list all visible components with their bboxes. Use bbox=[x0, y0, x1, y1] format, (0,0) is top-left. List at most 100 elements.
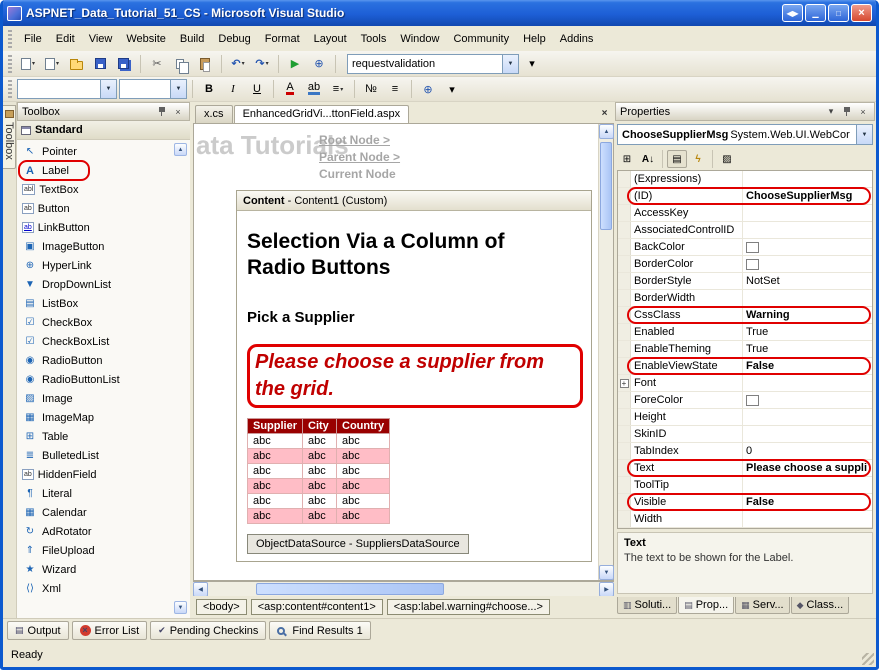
property-value[interactable] bbox=[743, 205, 872, 221]
toolbox-item-table[interactable]: ⊞Table bbox=[17, 427, 190, 446]
dropdown-arrow-icon[interactable]: ▼ bbox=[100, 80, 116, 98]
toolbar-grip[interactable] bbox=[8, 30, 12, 48]
property-row-text[interactable]: TextPlease choose a suppli bbox=[618, 460, 872, 477]
align-left-button[interactable]: ≡▾ bbox=[327, 79, 349, 99]
side-tab-toolbox[interactable]: Toolbox bbox=[3, 105, 16, 169]
undo-button[interactable]: ↶▾ bbox=[227, 54, 249, 74]
tag-path-item[interactable]: <asp:content#content1> bbox=[251, 599, 383, 615]
property-value[interactable]: Please choose a suppli bbox=[743, 460, 872, 476]
menu-item-edit[interactable]: Edit bbox=[49, 30, 82, 48]
property-row-skinid[interactable]: SkinID bbox=[618, 426, 872, 443]
toolbox-scroll-up[interactable]: ▲ bbox=[174, 143, 187, 156]
menu-item-file[interactable]: File bbox=[17, 30, 49, 48]
pin-button[interactable] bbox=[155, 105, 169, 118]
menu-item-debug[interactable]: Debug bbox=[211, 30, 257, 48]
toolbar-overflow-button[interactable]: ▾ bbox=[521, 54, 543, 74]
property-row-tooltip[interactable]: ToolTip bbox=[618, 477, 872, 494]
property-row-width[interactable]: Width bbox=[618, 511, 872, 528]
cut-button[interactable]: ✂ bbox=[146, 54, 168, 74]
objectdatasource-control[interactable]: ObjectDataSource - SuppliersDataSource bbox=[247, 534, 469, 554]
property-value[interactable] bbox=[743, 477, 872, 493]
bottom-panel-findresults1[interactable]: Find Results 1 bbox=[269, 621, 370, 640]
underline-button[interactable]: U bbox=[246, 79, 268, 99]
redo-button[interactable]: ↷▾ bbox=[251, 54, 273, 74]
highlight-button[interactable]: ab bbox=[303, 79, 325, 99]
menu-item-addins[interactable]: Addins bbox=[553, 30, 601, 48]
dropdown-arrow-icon[interactable]: ▼ bbox=[502, 55, 518, 73]
toolbox-item-literal[interactable]: ¶Literal bbox=[17, 484, 190, 503]
scroll-down-button[interactable]: ▼ bbox=[599, 565, 614, 580]
insert-hyperlink-button[interactable]: ⊕ bbox=[417, 79, 439, 99]
toolbox-item-label[interactable]: ALabel bbox=[17, 161, 190, 180]
property-value[interactable]: True bbox=[743, 341, 872, 357]
alphabetical-button[interactable]: A↓ bbox=[638, 150, 658, 168]
toolbox-item-listbox[interactable]: ▤ListBox bbox=[17, 294, 190, 313]
property-row-enableviewstate[interactable]: EnableViewStateFalse bbox=[618, 358, 872, 375]
view-in-browser-button[interactable]: ⊕ bbox=[308, 54, 330, 74]
title-bar[interactable]: ASPNET_Data_Tutorial_51_CS - Microsoft V… bbox=[3, 0, 876, 26]
property-value[interactable] bbox=[743, 375, 872, 391]
bottom-panel-pendingcheckins[interactable]: ✔Pending Checkins bbox=[150, 621, 266, 640]
menu-item-view[interactable]: View bbox=[82, 30, 120, 48]
property-value[interactable] bbox=[743, 426, 872, 442]
toolbox-scroll-down[interactable]: ▼ bbox=[174, 601, 187, 614]
toolbar-combobox[interactable]: requestvalidation ▼ bbox=[347, 54, 519, 74]
toolbox-section-standard[interactable]: Standard bbox=[17, 121, 190, 140]
property-value[interactable] bbox=[743, 222, 872, 238]
bullet-list-button[interactable]: ≡ bbox=[384, 79, 406, 99]
menu-item-help[interactable]: Help bbox=[516, 30, 553, 48]
start-debug-button[interactable]: ▶ bbox=[284, 54, 306, 74]
property-pages-button[interactable]: ▨ bbox=[717, 150, 737, 168]
property-row-visible[interactable]: VisibleFalse bbox=[618, 494, 872, 511]
property-row-id[interactable]: (ID)ChooseSupplierMsg bbox=[618, 188, 872, 205]
bottom-panel-output[interactable]: ▤Output bbox=[7, 621, 69, 640]
toolbox-item-fileupload[interactable]: ⇑FileUpload bbox=[17, 541, 190, 560]
toolbox-item-hyperlink[interactable]: ⊕HyperLink bbox=[17, 256, 190, 275]
editor-tab[interactable]: x.cs bbox=[195, 105, 233, 123]
scroll-left-button[interactable]: ◀ bbox=[193, 582, 208, 597]
property-value[interactable]: 0 bbox=[743, 443, 872, 459]
property-value[interactable]: False bbox=[743, 358, 872, 374]
toolbox-item-calendar[interactable]: ▦Calendar bbox=[17, 503, 190, 522]
breadcrumb-item[interactable]: Root Node > bbox=[319, 132, 400, 149]
scroll-right-button[interactable]: ▶ bbox=[599, 582, 614, 597]
copy-button[interactable] bbox=[170, 54, 192, 74]
format-combobox[interactable]: ▼ bbox=[119, 79, 187, 99]
property-row-tabindex[interactable]: TabIndex0 bbox=[618, 443, 872, 460]
properties-view-button[interactable]: ▤ bbox=[667, 150, 687, 168]
maximize-button[interactable]: □ bbox=[828, 4, 849, 22]
property-row-enabletheming[interactable]: EnableThemingTrue bbox=[618, 341, 872, 358]
toolbar-grip[interactable] bbox=[8, 80, 12, 98]
window-switch-button[interactable]: ◀▶ bbox=[782, 4, 803, 22]
property-value[interactable] bbox=[743, 409, 872, 425]
save-all-button[interactable] bbox=[113, 54, 135, 74]
events-button[interactable]: ϟ bbox=[688, 150, 708, 168]
save-button[interactable] bbox=[89, 54, 111, 74]
design-content[interactable]: ata Tutorials Root Node >Parent Node >Cu… bbox=[194, 124, 598, 580]
toolbox-item-xml[interactable]: ⟨⟩Xml bbox=[17, 579, 190, 598]
toolbox-item-radiobutton[interactable]: ◉RadioButton bbox=[17, 351, 190, 370]
toolbox-item-dropdownlist[interactable]: ▼DropDownList bbox=[17, 275, 190, 294]
new-project-button[interactable]: ▾ bbox=[17, 54, 39, 74]
menu-item-tools[interactable]: Tools bbox=[354, 30, 394, 48]
add-item-button[interactable]: ▾ bbox=[41, 54, 63, 74]
content-region[interactable]: Content - Content1 (Custom) Selection Vi… bbox=[236, 190, 592, 562]
font-color-button[interactable]: A bbox=[279, 79, 301, 99]
panel-tab-serv[interactable]: ▦Serv... bbox=[735, 597, 790, 614]
property-value[interactable]: True bbox=[743, 324, 872, 340]
property-value[interactable]: Warning bbox=[743, 307, 872, 323]
close-button[interactable]: × bbox=[856, 105, 870, 118]
menu-item-format[interactable]: Format bbox=[258, 30, 307, 48]
toolbox-item-hiddenfield[interactable]: abHiddenField bbox=[17, 465, 190, 484]
property-row-borderwidth[interactable]: BorderWidth bbox=[618, 290, 872, 307]
toolbar-overflow-button[interactable]: ▾ bbox=[441, 79, 463, 99]
minimize-button[interactable]: ▁ bbox=[805, 4, 826, 22]
tab-close-button[interactable]: × bbox=[597, 106, 612, 121]
numbered-list-button[interactable]: № bbox=[360, 79, 382, 99]
property-value[interactable] bbox=[743, 392, 872, 408]
panel-tab-prop[interactable]: ▤Prop... bbox=[678, 597, 734, 614]
toolbox-header[interactable]: Toolbox × bbox=[17, 102, 190, 121]
dropdown-arrow-icon[interactable]: ▼ bbox=[170, 80, 186, 98]
property-value[interactable] bbox=[743, 256, 872, 272]
toolbox-item-checkboxlist[interactable]: ☑CheckBoxList bbox=[17, 332, 190, 351]
